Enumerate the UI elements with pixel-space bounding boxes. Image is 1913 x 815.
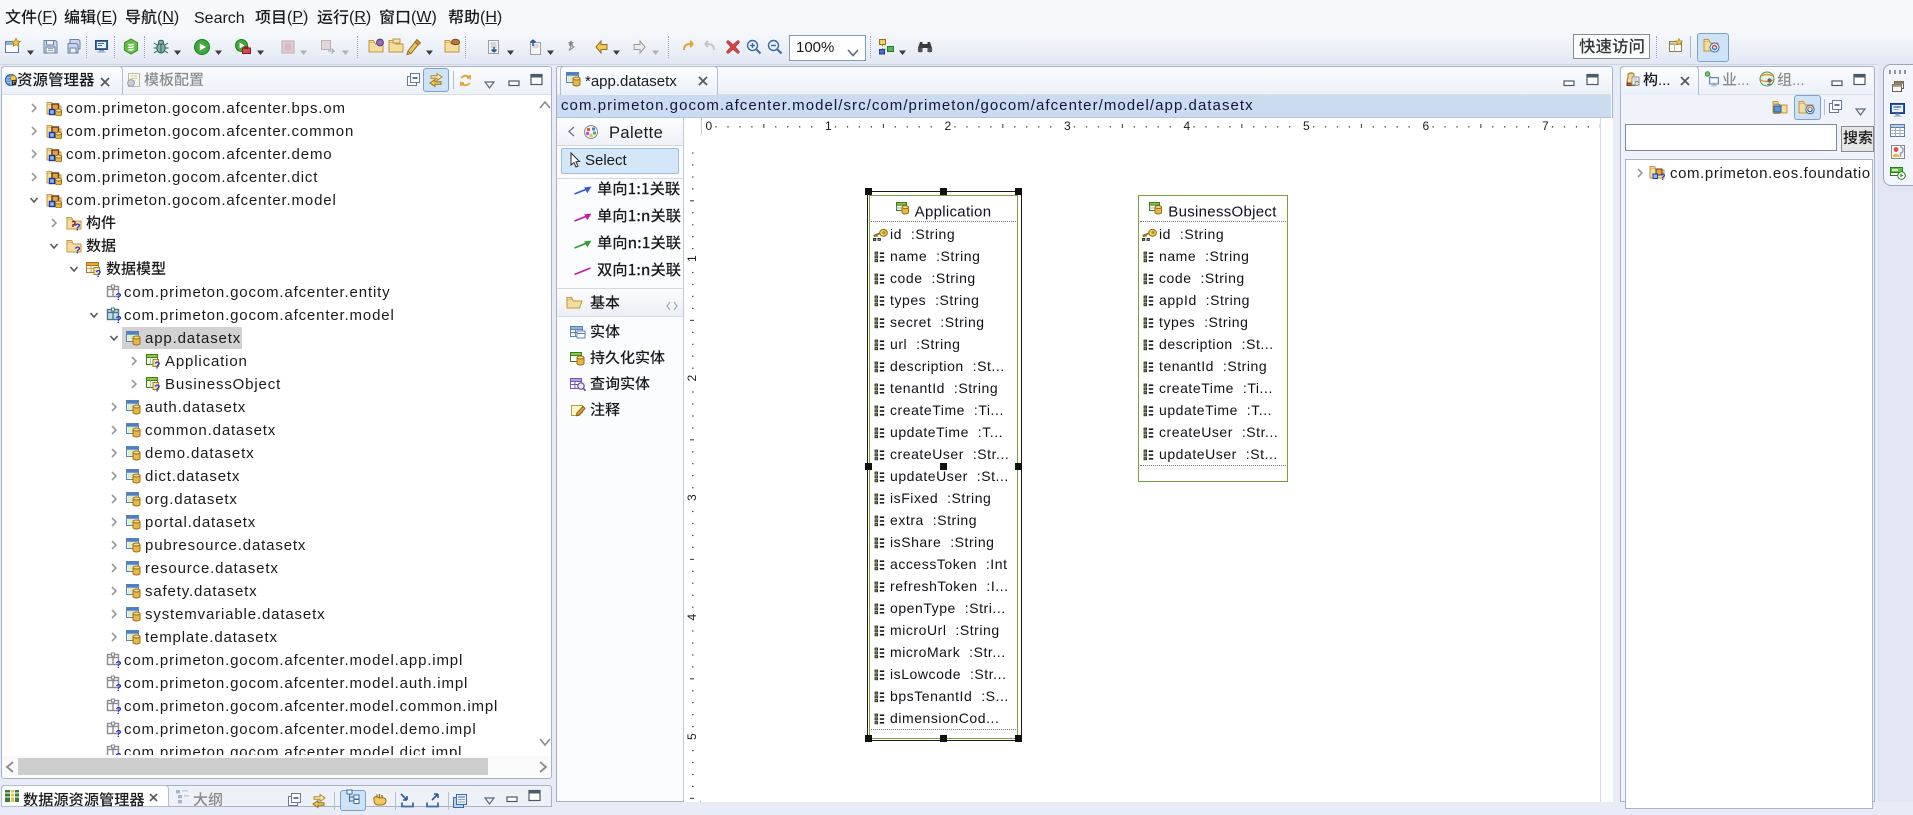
svg-text:?: ? <box>116 660 122 668</box>
svg-text:?: ? <box>116 683 122 691</box>
svg-text:?: ? <box>75 222 81 231</box>
svg-text:7: 7 <box>1542 119 1549 133</box>
svg-text:?: ? <box>116 729 122 737</box>
svg-text:5: 5 <box>1303 119 1310 133</box>
svg-text:?: ? <box>1660 172 1666 181</box>
svg-text:?: ? <box>75 245 81 254</box>
svg-text:6: 6 <box>1423 119 1430 133</box>
svg-text:?: ? <box>116 292 122 300</box>
svg-text:?: ? <box>116 752 122 756</box>
svg-text:?: ? <box>154 360 160 369</box>
svg-text:?: ? <box>95 268 101 276</box>
svg-text:2: 2 <box>685 375 699 382</box>
svg-text:1: 1 <box>825 119 832 133</box>
svg-text:3: 3 <box>685 494 699 501</box>
svg-text:?: ? <box>116 706 122 714</box>
svg-text:?: ? <box>116 315 122 323</box>
svg-text:0: 0 <box>706 119 713 133</box>
svg-text:1: 1 <box>685 255 699 262</box>
svg-text:4: 4 <box>1184 119 1191 133</box>
svg-text:4: 4 <box>685 614 699 621</box>
svg-text:3: 3 <box>1064 119 1071 133</box>
svg-text:5: 5 <box>685 733 699 740</box>
svg-text:2: 2 <box>945 119 952 133</box>
svg-text:?: ? <box>154 383 160 392</box>
